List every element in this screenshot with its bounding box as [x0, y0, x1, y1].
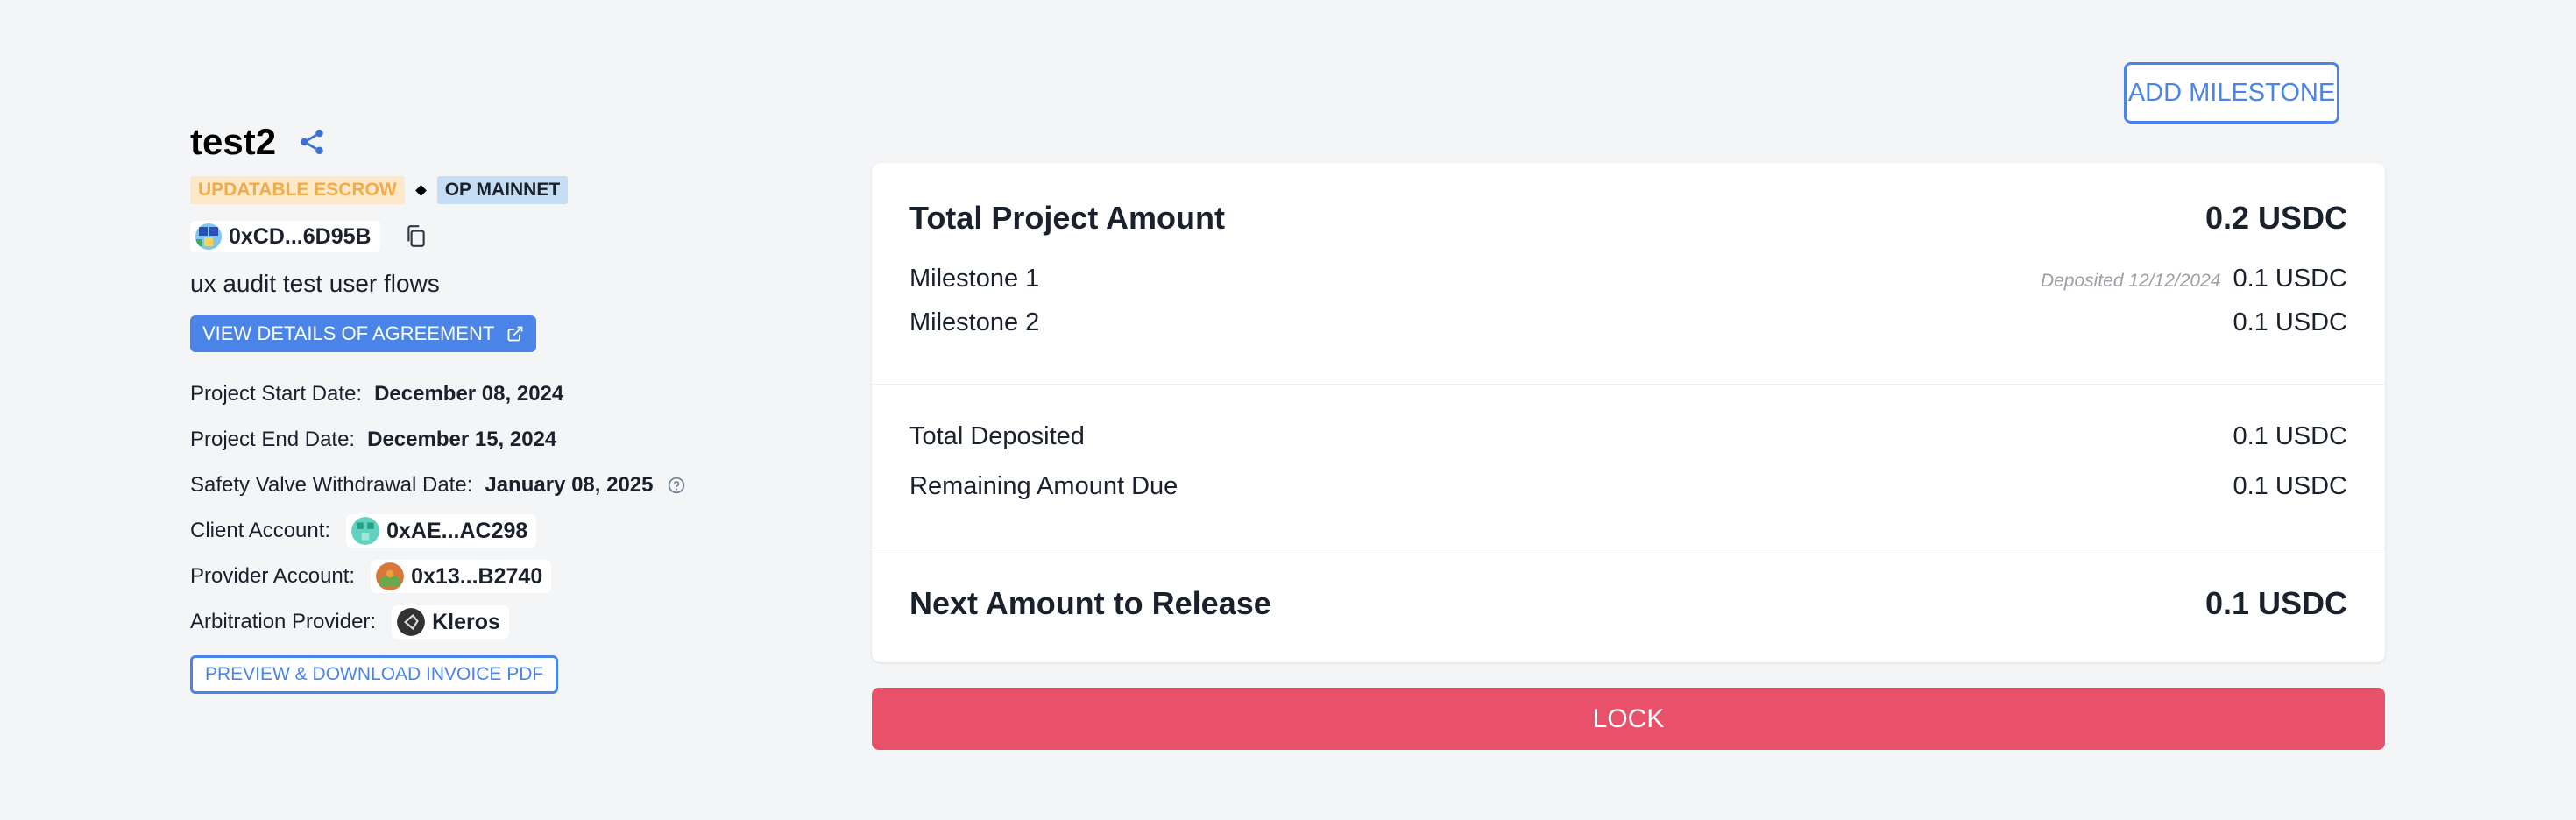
total-deposited-label: Total Deposited [909, 422, 1085, 450]
milestone-value: 0.1 USDC [2233, 265, 2347, 293]
milestone-label: Milestone 1 [909, 265, 1040, 293]
milestone-label: Milestone 2 [909, 308, 1040, 336]
client-account-label: Client Account: [190, 519, 331, 542]
escrow-address-row: 0xCD...6D95B [190, 219, 856, 254]
project-info-list: Project Start Date: December 08, 2024 Pr… [190, 371, 856, 645]
view-agreement-label: VIEW DETAILS OF AGREEMENT [202, 322, 495, 344]
end-date-row: Project End Date: December 15, 2024 [190, 417, 856, 463]
view-agreement-button[interactable]: VIEW DETAILS OF AGREEMENT [190, 315, 537, 352]
client-avatar [351, 517, 380, 545]
milestone-value: 0.1 USDC [2233, 308, 2347, 336]
start-date-label: Project Start Date: [190, 382, 363, 406]
provider-account-row: Provider Account: 0x13...B2740 [190, 554, 856, 599]
escrow-type-badge: UPDATABLE ESCROW [190, 176, 405, 204]
milestone-row: Milestone 2 0.1 USDC [909, 308, 2347, 337]
title-row: test2 [190, 114, 856, 170]
total-amount-label: Total Project Amount [909, 200, 1225, 236]
divider [872, 384, 2385, 385]
network-badge: OP MAINNET [436, 176, 569, 204]
project-title: test2 [190, 121, 277, 162]
amount-summary-card: Total Project Amount 0.2 USDC Milestone … [872, 163, 2385, 662]
provider-avatar [376, 562, 405, 590]
total-amount-value: 0.2 USDC [2204, 200, 2347, 236]
lock-button[interactable]: LOCK [872, 688, 2385, 750]
download-invoice-button[interactable]: PREVIEW & DOWNLOAD INVOICE PDF [190, 655, 559, 694]
kleros-logo-icon [397, 608, 426, 636]
add-milestone-button[interactable]: ADD MILESTONE [2124, 62, 2339, 124]
client-account-address: 0xAE...AC298 [386, 518, 528, 543]
safety-valve-value: January 08, 2025 [485, 473, 654, 497]
end-date-label: Project End Date: [190, 428, 356, 451]
project-description: ux audit test user flows [190, 270, 440, 297]
total-deposited-value: 0.1 USDC [2233, 422, 2347, 450]
provider-account-address: 0x13...B2740 [411, 563, 543, 589]
badges-row: UPDATABLE ESCROW OP MAINNET [190, 175, 856, 205]
next-release-label: Next Amount to Release [909, 585, 1271, 621]
provider-account-chip[interactable]: 0x13...B2740 [371, 560, 552, 593]
safety-valve-row: Safety Valve Withdrawal Date: January 08… [190, 463, 856, 508]
milestone-amount-group: Deposited 12/12/2024 0.1 USDC [2041, 265, 2347, 293]
remaining-due-row: Remaining Amount Due 0.1 USDC [909, 472, 2347, 501]
next-release-row: Next Amount to Release 0.1 USDC [909, 585, 2347, 622]
escrow-address: 0xCD...6D95B [229, 223, 372, 249]
external-link-icon [507, 326, 523, 342]
milestone-deposited-note: Deposited 12/12/2024 [2040, 271, 2221, 291]
start-date-row: Project Start Date: December 08, 2024 [190, 371, 856, 417]
client-account-chip[interactable]: 0xAE...AC298 [346, 514, 537, 548]
help-circle-icon[interactable] [668, 477, 685, 494]
remaining-due-label: Remaining Amount Due [909, 472, 1178, 500]
arbitration-row: Arbitration Provider: Kleros [190, 599, 856, 645]
end-date-value: December 15, 2024 [367, 428, 557, 451]
provider-account-label: Provider Account: [190, 564, 356, 588]
escrow-address-chip[interactable]: 0xCD...6D95B [190, 221, 380, 252]
arbitration-label: Arbitration Provider: [190, 610, 377, 633]
client-account-row: Client Account: 0xAE...AC298 [190, 508, 856, 554]
project-details: test2 UPDATABLE ESCROW OP MAINNET 0xCD..… [190, 114, 856, 694]
next-release-value: 0.1 USDC [2204, 585, 2347, 621]
escrow-avatar [195, 223, 222, 250]
separator-diamond [414, 184, 427, 196]
share-icon[interactable] [297, 127, 327, 157]
safety-valve-label: Safety Valve Withdrawal Date: [190, 473, 473, 497]
copy-icon[interactable] [405, 224, 428, 249]
milestone-row: Milestone 1 Deposited 12/12/2024 0.1 USD… [909, 265, 2347, 293]
remaining-due-value: 0.1 USDC [2233, 472, 2347, 500]
total-amount-row: Total Project Amount 0.2 USDC [909, 200, 2347, 237]
arbitration-chip[interactable]: Kleros [392, 605, 509, 639]
arbitration-provider-name: Kleros [432, 609, 500, 634]
total-deposited-row: Total Deposited 0.1 USDC [909, 422, 2347, 451]
start-date-value: December 08, 2024 [374, 382, 564, 406]
